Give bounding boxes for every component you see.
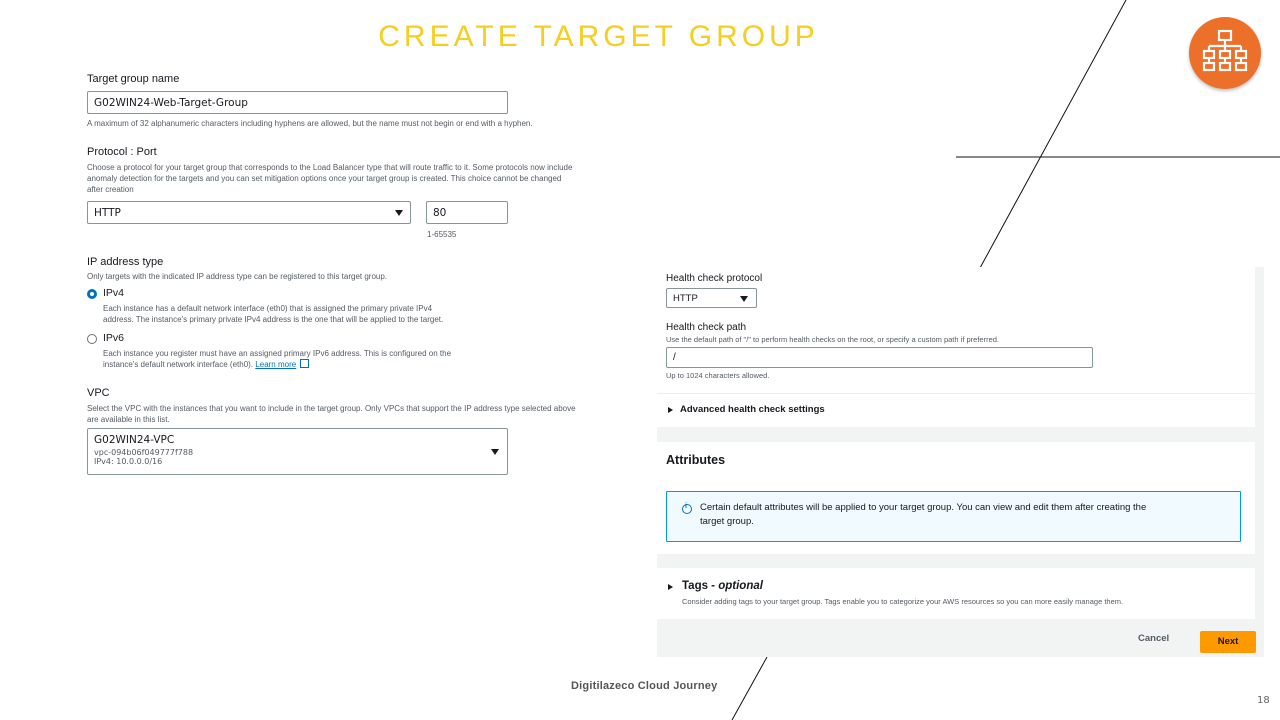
target-group-name-input[interactable]: G02WIN24-Web-Target-Group xyxy=(87,91,508,114)
right-panel: Health check protocol HTTP Health check … xyxy=(657,267,1264,657)
vpc-desc-2: are available in this list. xyxy=(87,415,170,424)
port-input[interactable]: 80 xyxy=(426,201,508,224)
caret-right-icon[interactable] xyxy=(668,407,673,413)
ipv6-desc-2-row: instance's default network interface (et… xyxy=(103,359,310,370)
protocol-select[interactable]: HTTP xyxy=(87,201,411,224)
chevron-down-icon xyxy=(740,296,748,302)
caret-right-icon[interactable] xyxy=(668,584,673,590)
target-group-name-hint: A maximum of 32 alphanumeric characters … xyxy=(87,119,533,128)
protocol-port-label: Protocol : Port xyxy=(87,146,157,158)
vpc-select-id: vpc-094b06f049777f788 xyxy=(94,448,194,457)
tags-desc: Consider adding tags to your target grou… xyxy=(682,597,1124,606)
page-number: 18 xyxy=(1257,695,1270,706)
hierarchy-icon xyxy=(1202,29,1248,72)
port-range-hint: 1-65535 xyxy=(427,230,457,239)
target-group-name-label: Target group name xyxy=(87,73,180,85)
ipv6-radio[interactable] xyxy=(87,334,97,344)
cancel-button[interactable]: Cancel xyxy=(1138,633,1169,644)
chevron-down-icon xyxy=(395,210,403,216)
health-check-protocol-value: HTTP xyxy=(673,292,698,304)
ipv6-desc-1: Each instance you register must have an … xyxy=(103,349,452,358)
health-check-protocol-select[interactable]: HTTP xyxy=(666,288,757,308)
chevron-down-icon xyxy=(491,449,499,455)
attributes-card: Attributes Certain default attributes wi… xyxy=(657,442,1255,554)
protocol-select-value: HTTP xyxy=(94,206,121,219)
attributes-info-alert: Certain default attributes will be appli… xyxy=(666,491,1241,542)
vpc-select-name: G02WIN24-VPC xyxy=(94,434,175,446)
health-check-card: Health check protocol HTTP Health check … xyxy=(657,267,1255,427)
next-button[interactable]: Next xyxy=(1200,631,1256,653)
protocol-port-desc-1: Choose a protocol for your target group … xyxy=(87,163,573,172)
load-balancer-logo xyxy=(1189,17,1261,89)
protocol-port-desc-3: after creation xyxy=(87,185,134,194)
ip-address-type-desc: Only targets with the indicated IP addre… xyxy=(87,272,388,281)
advanced-health-check-toggle[interactable]: Advanced health check settings xyxy=(680,404,825,415)
ipv4-radio-label: IPv4 xyxy=(103,287,125,299)
protocol-port-desc-2: anomaly detection for the targets and yo… xyxy=(87,174,562,183)
ipv6-radio-label: IPv6 xyxy=(103,332,125,344)
health-check-protocol-label: Health check protocol xyxy=(666,273,763,284)
health-check-path-input[interactable]: / xyxy=(666,347,1093,368)
health-check-path-label: Health check path xyxy=(666,322,747,333)
tags-title[interactable]: Tags - optional xyxy=(682,580,763,592)
attributes-title: Attributes xyxy=(666,453,726,467)
ipv4-desc-2: address. The instance's primary private … xyxy=(103,315,444,324)
tags-optional: optional xyxy=(718,580,763,592)
health-check-path-desc: Use the default path of "/" to perform h… xyxy=(666,335,999,344)
vpc-desc-1: Select the VPC with the instances that y… xyxy=(87,404,576,413)
tags-card: Tags - optional Consider adding tags to … xyxy=(657,568,1255,619)
ip-address-type-label: IP address type xyxy=(87,256,164,268)
ipv6-desc-2: instance's default network interface (et… xyxy=(103,360,254,369)
ipv4-radio[interactable] xyxy=(87,289,97,299)
slide-title: CREATE TARGET GROUP xyxy=(378,20,819,53)
divider xyxy=(657,393,1255,394)
attributes-info-text-1: Certain default attributes will be appli… xyxy=(700,502,1147,513)
vpc-select-cidr: IPv4: 10.0.0.0/16 xyxy=(94,457,163,466)
info-icon xyxy=(682,503,692,514)
footer-text: Digitilazeco Cloud Journey xyxy=(571,680,718,692)
external-link-icon[interactable] xyxy=(300,359,310,368)
learn-more-link[interactable]: Learn more xyxy=(255,360,296,369)
attributes-info-text-2: target group. xyxy=(700,516,754,527)
tags-title-text: Tags - xyxy=(682,580,719,592)
vpc-label: VPC xyxy=(87,387,110,399)
ipv4-desc-1: Each instance has a default network inte… xyxy=(103,304,433,313)
vpc-select[interactable]: G02WIN24-VPC vpc-094b06f049777f788 IPv4:… xyxy=(87,428,508,475)
health-check-path-limit: Up to 1024 characters allowed. xyxy=(666,371,770,380)
